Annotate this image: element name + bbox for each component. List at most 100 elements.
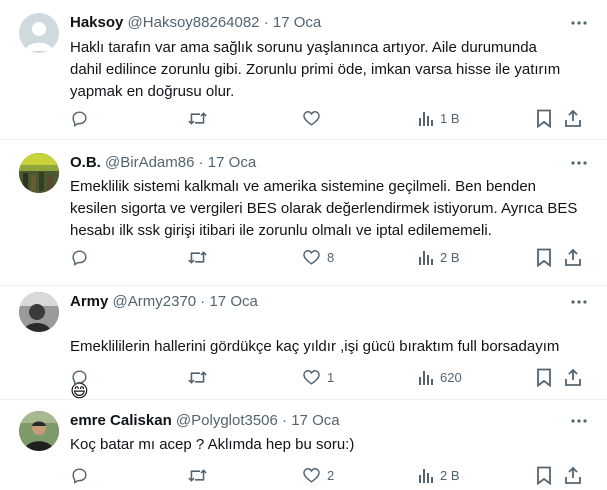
tweet-header: O.B. @BirAdam86 · 17 Oca <box>70 153 567 173</box>
bookmark-button[interactable] <box>536 107 552 129</box>
bookmark-button[interactable] <box>536 366 552 388</box>
share-button[interactable] <box>564 464 582 486</box>
tweet-text: Haklı tarafın var ama sağlık sorunu yaşl… <box>70 39 561 100</box>
tweet-text: Koç batar mı acep ? Aklımda hep bu soru:… <box>70 436 355 453</box>
bookmark-icon <box>537 248 551 267</box>
tweet-actions: 8 2 B <box>70 246 587 268</box>
reply-icon <box>72 467 87 484</box>
user-handle[interactable]: @BirAdam86 <box>105 154 194 171</box>
timestamp[interactable]: 17 Oca <box>291 412 339 429</box>
share-icon <box>565 248 581 266</box>
retweet-button[interactable] <box>187 464 208 486</box>
retweet-button[interactable] <box>187 107 208 129</box>
like-count: 2 <box>327 467 335 483</box>
stadium-avatar-icon <box>19 153 59 193</box>
display-name[interactable]: emre Caliskan <box>70 412 172 429</box>
timestamp[interactable]: 17 Oca <box>273 14 321 31</box>
display-name[interactable]: O.B. <box>70 154 101 171</box>
user-handle[interactable]: @Polyglot3506 <box>176 412 278 429</box>
avatar[interactable] <box>19 153 59 193</box>
bookmark-icon <box>537 466 551 485</box>
retweet-icon <box>188 468 207 482</box>
separator-dot: · <box>200 293 206 310</box>
analytics-icon <box>419 468 433 483</box>
reply-button[interactable] <box>70 366 89 388</box>
tweet-text: Emeklilik sistemi kalkmalı ve amerika si… <box>70 178 578 239</box>
like-button[interactable]: 2 <box>302 464 334 486</box>
separator-dot: · <box>198 154 204 171</box>
reply-button[interactable] <box>70 246 89 268</box>
reply-icon <box>72 369 87 386</box>
analytics-icon <box>419 250 433 265</box>
like-button[interactable]: 1 <box>302 366 334 388</box>
share-icon <box>565 109 581 127</box>
views-button[interactable]: 2 B <box>418 464 460 486</box>
like-count: 8 <box>327 249 335 265</box>
tweet[interactable]: emre Caliskan @Polyglot3506 · 17 Oca Koç… <box>0 400 607 490</box>
reply-button[interactable] <box>70 107 89 129</box>
analytics-icon <box>419 370 433 385</box>
share-icon <box>565 368 581 386</box>
avatar[interactable] <box>19 13 59 53</box>
heart-icon <box>303 369 320 385</box>
retweet-icon <box>188 111 207 125</box>
tweet-actions: 1 620 <box>70 366 587 388</box>
default-avatar-icon <box>25 22 53 51</box>
person-photo-avatar-icon <box>19 411 59 451</box>
display-name[interactable]: Haksoy <box>70 14 123 31</box>
display-name[interactable]: Army <box>70 293 108 310</box>
retweet-button[interactable] <box>187 246 208 268</box>
separator-dot: · <box>263 14 269 31</box>
view-count: 1 B <box>440 110 460 126</box>
tweet-header: emre Caliskan @Polyglot3506 · 17 Oca <box>70 411 567 431</box>
view-count: 2 B <box>440 467 460 483</box>
retweet-icon <box>188 370 207 384</box>
view-count: 620 <box>440 369 462 385</box>
views-button[interactable]: 620 <box>418 366 462 388</box>
more-options-icon[interactable] <box>569 412 589 430</box>
avatar[interactable] <box>19 292 59 332</box>
view-count: 2 B <box>440 249 460 265</box>
bookmark-icon <box>537 109 551 128</box>
person-photo-avatar-icon <box>19 292 59 332</box>
retweet-icon <box>188 250 207 264</box>
like-button[interactable] <box>302 107 327 129</box>
heart-icon <box>303 467 320 483</box>
more-options-icon[interactable] <box>569 14 589 32</box>
reply-icon <box>72 249 87 266</box>
tweet-text-body: Emeklililerin hallerini gördükçe kaç yıl… <box>70 338 560 355</box>
share-button[interactable] <box>564 246 582 268</box>
views-button[interactable]: 1 B <box>418 107 460 129</box>
timestamp[interactable]: 17 Oca <box>208 154 256 171</box>
heart-icon <box>303 249 320 265</box>
tweet-actions: 2 2 B <box>70 464 587 486</box>
tweet-header: Haksoy @Haksoy88264082 · 17 Oca <box>70 13 567 33</box>
tweet-actions: 1 B <box>70 107 587 129</box>
share-icon <box>565 466 581 484</box>
tweet-text: Emeklililerin hallerini gördükçe kaç yıl… <box>70 314 587 404</box>
user-handle[interactable]: @Haksoy88264082 <box>128 14 260 31</box>
tweet[interactable]: Army @Army2370 · 17 Oca Emeklililerin ha… <box>0 286 607 401</box>
share-button[interactable] <box>564 366 582 388</box>
tweet-header: Army @Army2370 · 17 Oca <box>70 292 567 312</box>
retweet-button[interactable] <box>187 366 208 388</box>
share-button[interactable] <box>564 107 582 129</box>
like-count: 1 <box>327 369 335 385</box>
user-handle[interactable]: @Army2370 <box>113 293 197 310</box>
reply-button[interactable] <box>70 464 89 486</box>
bookmark-button[interactable] <box>536 464 552 486</box>
heart-icon <box>303 110 320 126</box>
views-button[interactable]: 2 B <box>418 246 460 268</box>
separator-dot: · <box>282 412 288 429</box>
analytics-icon <box>419 111 433 126</box>
reply-icon <box>72 110 87 127</box>
bookmark-icon <box>537 368 551 387</box>
tweet[interactable]: Haksoy @Haksoy88264082 · 17 Oca Haklı ta… <box>0 0 607 140</box>
more-options-icon[interactable] <box>569 154 589 172</box>
bookmark-button[interactable] <box>536 246 552 268</box>
like-button[interactable]: 8 <box>302 246 334 268</box>
tweet[interactable]: O.B. @BirAdam86 · 17 Oca Emeklilik siste… <box>0 140 607 286</box>
more-options-icon[interactable] <box>569 293 589 311</box>
avatar[interactable] <box>19 411 59 451</box>
timestamp[interactable]: 17 Oca <box>209 293 257 310</box>
